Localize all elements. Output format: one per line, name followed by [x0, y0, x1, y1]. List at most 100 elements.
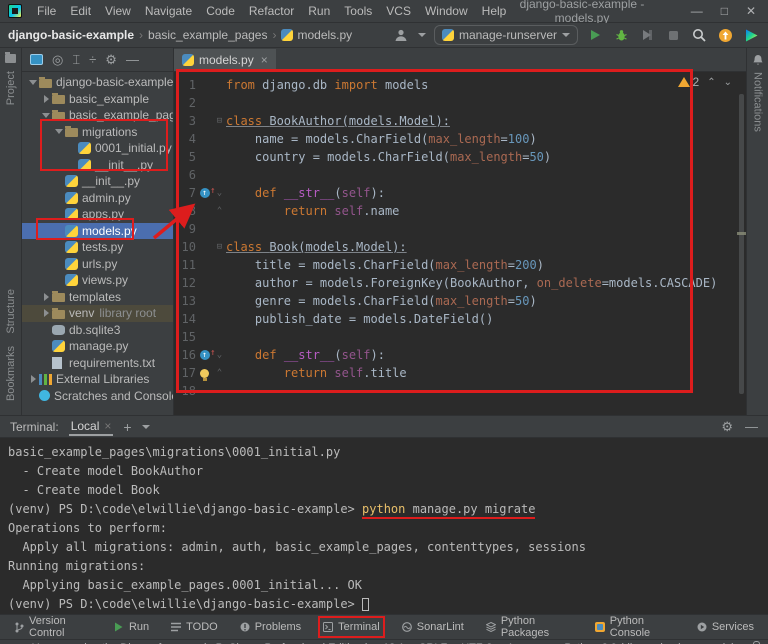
code-line[interactable]: 1 from django.db import models	[174, 76, 746, 94]
menu-tools[interactable]: Tools	[337, 4, 379, 18]
tree-item-apps-py[interactable]: apps.py	[22, 206, 173, 223]
menu-vcs[interactable]: VCS	[379, 4, 418, 18]
terminal-settings-gear-icon[interactable]: ⚙	[721, 419, 733, 435]
tree-item-models-py[interactable]: models.py	[22, 222, 173, 239]
code-line[interactable]: 14 publish_date = models.DateField()	[174, 310, 746, 328]
menu-view[interactable]: View	[98, 4, 138, 18]
debug-button[interactable]	[612, 26, 630, 44]
code-line[interactable]: 15	[174, 328, 746, 346]
intention-bulb-icon[interactable]	[200, 368, 209, 381]
chevron-right-icon[interactable]	[41, 292, 51, 301]
code-line[interactable]: 11 title = models.CharField(max_length=2…	[174, 256, 746, 274]
menu-file[interactable]: File	[30, 4, 63, 18]
tree-item-basic-example[interactable]: basic_example	[22, 91, 173, 108]
tree-item-external-libraries[interactable]: External Libraries	[22, 371, 173, 388]
collapse-all-icon[interactable]: ÷	[89, 52, 96, 67]
fold-marker[interactable]: ⌃	[213, 364, 226, 382]
expand-all-icon[interactable]: ⌶	[72, 52, 80, 68]
override-marker-icon[interactable]: ↑	[199, 348, 215, 360]
tool-window-button-sonarlint[interactable]: SonarLint	[401, 621, 464, 633]
next-warning-icon[interactable]: ⌄	[724, 77, 732, 88]
tree-item-manage-py[interactable]: manage.py	[22, 338, 173, 355]
tool-button-bookmarks[interactable]: Bookmarks	[5, 346, 17, 401]
tree-item-migrations[interactable]: migrations	[22, 124, 173, 141]
search-everywhere-icon[interactable]	[690, 26, 708, 44]
tool-window-button-problems[interactable]: Problems	[240, 621, 301, 633]
run-with-coverage-button[interactable]	[638, 26, 656, 44]
tool-window-button-services[interactable]: Services	[697, 621, 754, 633]
override-marker-icon[interactable]: ↑	[199, 186, 215, 198]
maximize-button[interactable]: □	[721, 4, 728, 18]
terminal-tab-close-icon[interactable]: ×	[104, 419, 111, 433]
code-line[interactable]: 16↑⌄ def __str__(self):	[174, 346, 746, 364]
code-line[interactable]: 6	[174, 166, 746, 184]
inspection-widget[interactable]: 2 ⌃ ⌄	[677, 75, 732, 89]
tree-item-venv[interactable]: venv library root	[22, 305, 173, 322]
hide-panel-icon[interactable]: —	[126, 52, 139, 67]
project-tool-icon[interactable]	[5, 52, 16, 63]
menu-navigate[interactable]: Navigate	[138, 4, 199, 18]
editor-scrollbar[interactable]	[739, 94, 744, 394]
terminal-tab-local[interactable]: Local ×	[68, 417, 114, 436]
code-line[interactable]: 10 ⊟ class Book(models.Model):	[174, 238, 746, 256]
tree-item-templates[interactable]: templates	[22, 289, 173, 306]
stop-button[interactable]	[664, 26, 682, 44]
prev-warning-icon[interactable]: ⌃	[707, 77, 715, 88]
tool-window-button-version-control[interactable]: Version Control	[14, 615, 92, 639]
tree-item-views-py[interactable]: views.py	[22, 272, 173, 289]
code-line[interactable]: 4 name = models.CharField(max_length=100…	[174, 130, 746, 148]
menu-code[interactable]: Code	[199, 4, 242, 18]
project-view-icon[interactable]	[30, 54, 43, 65]
notifications-bell-icon[interactable]	[752, 54, 764, 66]
tree-item--init-py[interactable]: __init__.py	[22, 173, 173, 190]
chevron-down-icon[interactable]	[28, 79, 38, 85]
code-line[interactable]: 13 genre = models.CharField(max_length=5…	[174, 292, 746, 310]
chevron-down-icon[interactable]	[41, 112, 51, 118]
close-button[interactable]: ✕	[746, 4, 756, 18]
code-line[interactable]: 8 ⌃ return self.name	[174, 202, 746, 220]
update-project-icon[interactable]	[716, 26, 734, 44]
tool-window-button-run[interactable]: Run	[114, 621, 149, 633]
code-editor[interactable]: 1 from django.db import models 2 3 ⊟ class Bo…	[174, 72, 746, 415]
tree-item-0001-initial-py[interactable]: 0001_initial.py	[22, 140, 173, 157]
menu-run[interactable]: Run	[301, 4, 337, 18]
new-terminal-session-icon[interactable]: +	[123, 419, 131, 435]
menu-edit[interactable]: Edit	[63, 4, 98, 18]
tool-button-project[interactable]: Project	[5, 71, 17, 105]
tree-item-scratches-and-consoles[interactable]: Scratches and Consoles	[22, 388, 173, 405]
code-line[interactable]: 17 ⌃ return self.title	[174, 364, 746, 382]
tree-item--init-py[interactable]: __init__.py	[22, 157, 173, 174]
chevron-down-icon[interactable]	[417, 33, 426, 37]
tree-item-admin-py[interactable]: admin.py	[22, 190, 173, 207]
chevron-right-icon[interactable]	[28, 375, 38, 384]
chevron-right-icon[interactable]	[41, 309, 51, 318]
terminal-output[interactable]: basic_example_pages\migrations\0001_init…	[0, 438, 768, 614]
tree-item-basic-example-pages[interactable]: basic_example_pages	[22, 107, 173, 124]
tree-item-django-basic-example[interactable]: django-basic-exampleD:	[22, 74, 173, 91]
fold-marker[interactable]: ⊟	[213, 238, 226, 256]
tree-item-tests-py[interactable]: tests.py	[22, 239, 173, 256]
code-line[interactable]: 9	[174, 220, 746, 238]
tree-item-db-sqlite3[interactable]: db.sqlite3	[22, 322, 173, 339]
tool-window-button-todo[interactable]: TODO	[171, 621, 218, 633]
code-line[interactable]: 3 ⊟ class BookAuthor(models.Model):	[174, 112, 746, 130]
breadcrumb-item[interactable]: basic_example_pages	[148, 28, 267, 42]
profiler-icon[interactable]	[742, 26, 760, 44]
terminal-hide-icon[interactable]: —	[745, 419, 758, 435]
tab-models-py[interactable]: models.py ×	[174, 49, 276, 71]
code-line[interactable]: 18	[174, 382, 746, 400]
run-configuration-select[interactable]: manage-runserver	[433, 25, 578, 45]
tool-window-button-python-packages[interactable]: Python Packages	[485, 615, 573, 639]
tool-window-button-terminal[interactable]: Terminal	[318, 616, 385, 638]
locate-file-icon[interactable]: ◎	[52, 52, 63, 68]
fold-marker[interactable]: ⊟	[213, 112, 226, 130]
chevron-right-icon[interactable]	[41, 94, 51, 103]
settings-gear-icon[interactable]: ⚙	[105, 52, 117, 68]
menu-window[interactable]: Window	[418, 4, 475, 18]
tree-item-requirements-txt[interactable]: requirements.txt	[22, 355, 173, 372]
menu-help[interactable]: Help	[475, 4, 514, 18]
breadcrumb-item[interactable]: django-basic-example	[8, 28, 134, 42]
fold-marker[interactable]: ⌃	[213, 202, 226, 220]
tab-close-icon[interactable]: ×	[261, 53, 268, 67]
code-line[interactable]: 7↑⌄ def __str__(self):	[174, 184, 746, 202]
